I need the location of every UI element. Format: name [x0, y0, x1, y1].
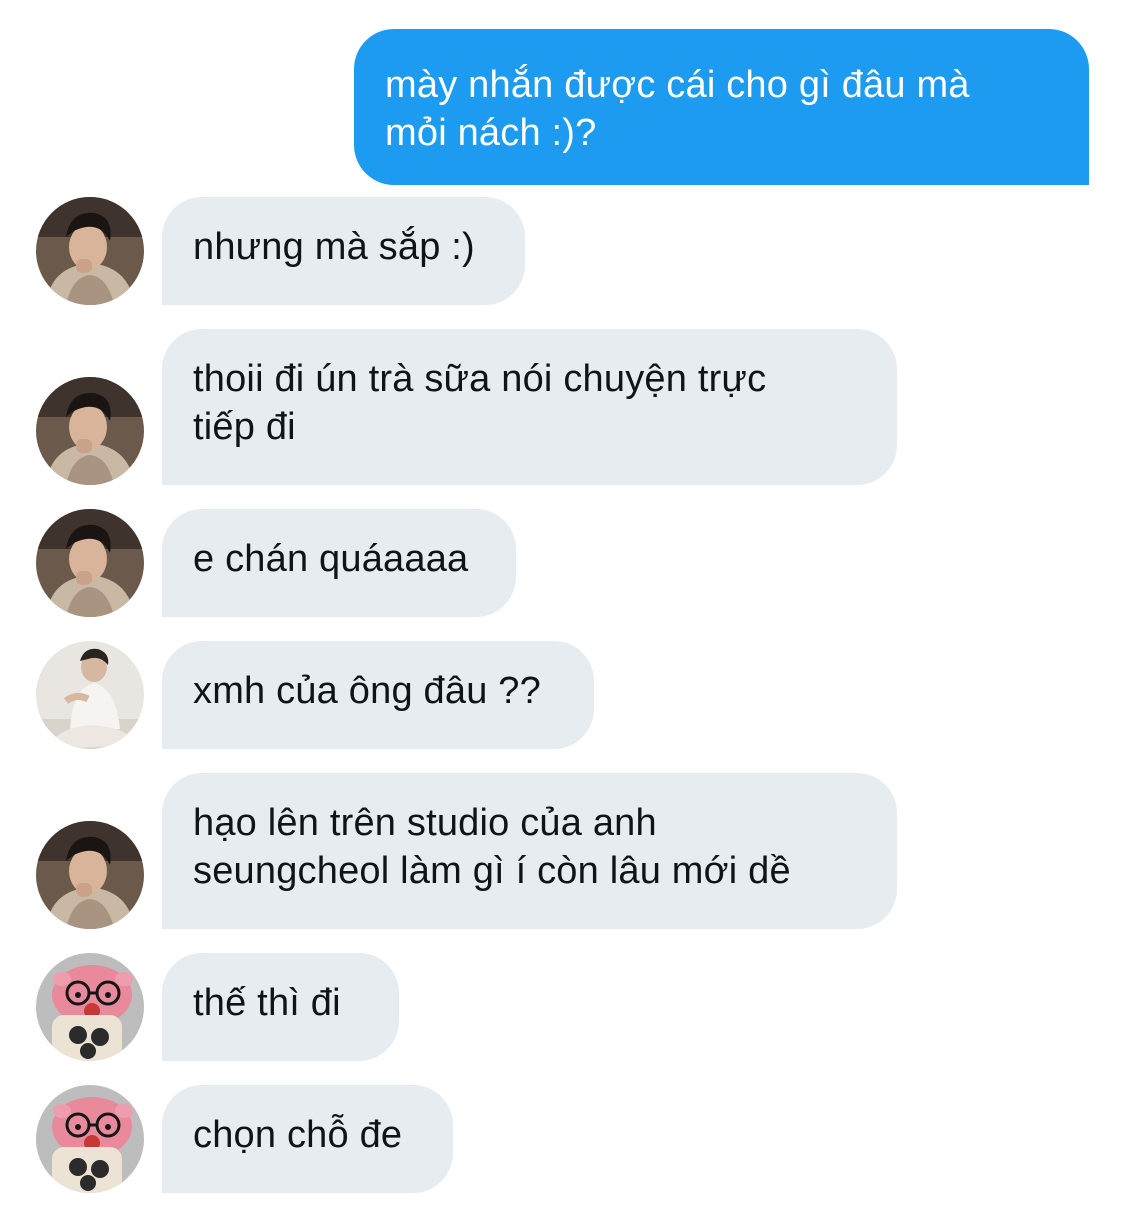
message-text-line: mỏi nách :)?: [385, 112, 597, 154]
message-text-line: thoii đi ún trà sữa nói chuyện trực: [193, 358, 767, 400]
avatar-pink-plush-icon: [36, 1085, 144, 1193]
avatar[interactable]: [36, 821, 144, 929]
message-text-line: xmh của ông đâu ??: [193, 670, 541, 712]
avatar[interactable]: [36, 1085, 144, 1193]
avatar-pink-plush-icon: [36, 953, 144, 1061]
message-text-line: thế thì đi: [193, 982, 341, 1024]
received-message-bubble[interactable]: thế thì đi: [162, 953, 399, 1061]
avatar-dark-hoodie-icon: [36, 821, 144, 929]
avatar[interactable]: [36, 197, 144, 305]
message-text-line: nhưng mà sắp :): [193, 226, 475, 268]
message-text-line: e chán quáaaaa: [193, 538, 469, 580]
received-message-bubble[interactable]: chọn chỗ đe: [162, 1085, 453, 1193]
message-text-line: chọn chỗ đe: [193, 1114, 403, 1156]
sent-message-bubble[interactable]: mày nhắn được cái cho gì đâu mà mỏi nách…: [354, 29, 1089, 185]
message-text-line: mày nhắn được cái cho gì đâu mà: [385, 64, 970, 106]
avatar-white-shirt-icon: [36, 641, 144, 749]
received-message-bubble[interactable]: hạo lên trên studio của anh seungcheol l…: [162, 773, 897, 929]
avatar-dark-hoodie-icon: [36, 197, 144, 305]
avatar[interactable]: [36, 509, 144, 617]
avatar-dark-hoodie-icon: [36, 377, 144, 485]
avatar[interactable]: [36, 953, 144, 1061]
message-text-line: tiếp đi: [193, 406, 296, 448]
received-message-bubble[interactable]: nhưng mà sắp :): [162, 197, 525, 305]
avatar[interactable]: [36, 641, 144, 749]
message-text-line: seungcheol làm gì í còn lâu mới dề: [193, 850, 791, 892]
message-text-line: hạo lên trên studio của anh: [193, 802, 657, 844]
avatar[interactable]: [36, 377, 144, 485]
received-message-bubble[interactable]: xmh của ông đâu ??: [162, 641, 594, 749]
received-message-bubble[interactable]: e chán quáaaaa: [162, 509, 516, 617]
received-message-bubble[interactable]: thoii đi ún trà sữa nói chuyện trực tiếp…: [162, 329, 897, 485]
avatar-dark-hoodie-icon: [36, 509, 144, 617]
